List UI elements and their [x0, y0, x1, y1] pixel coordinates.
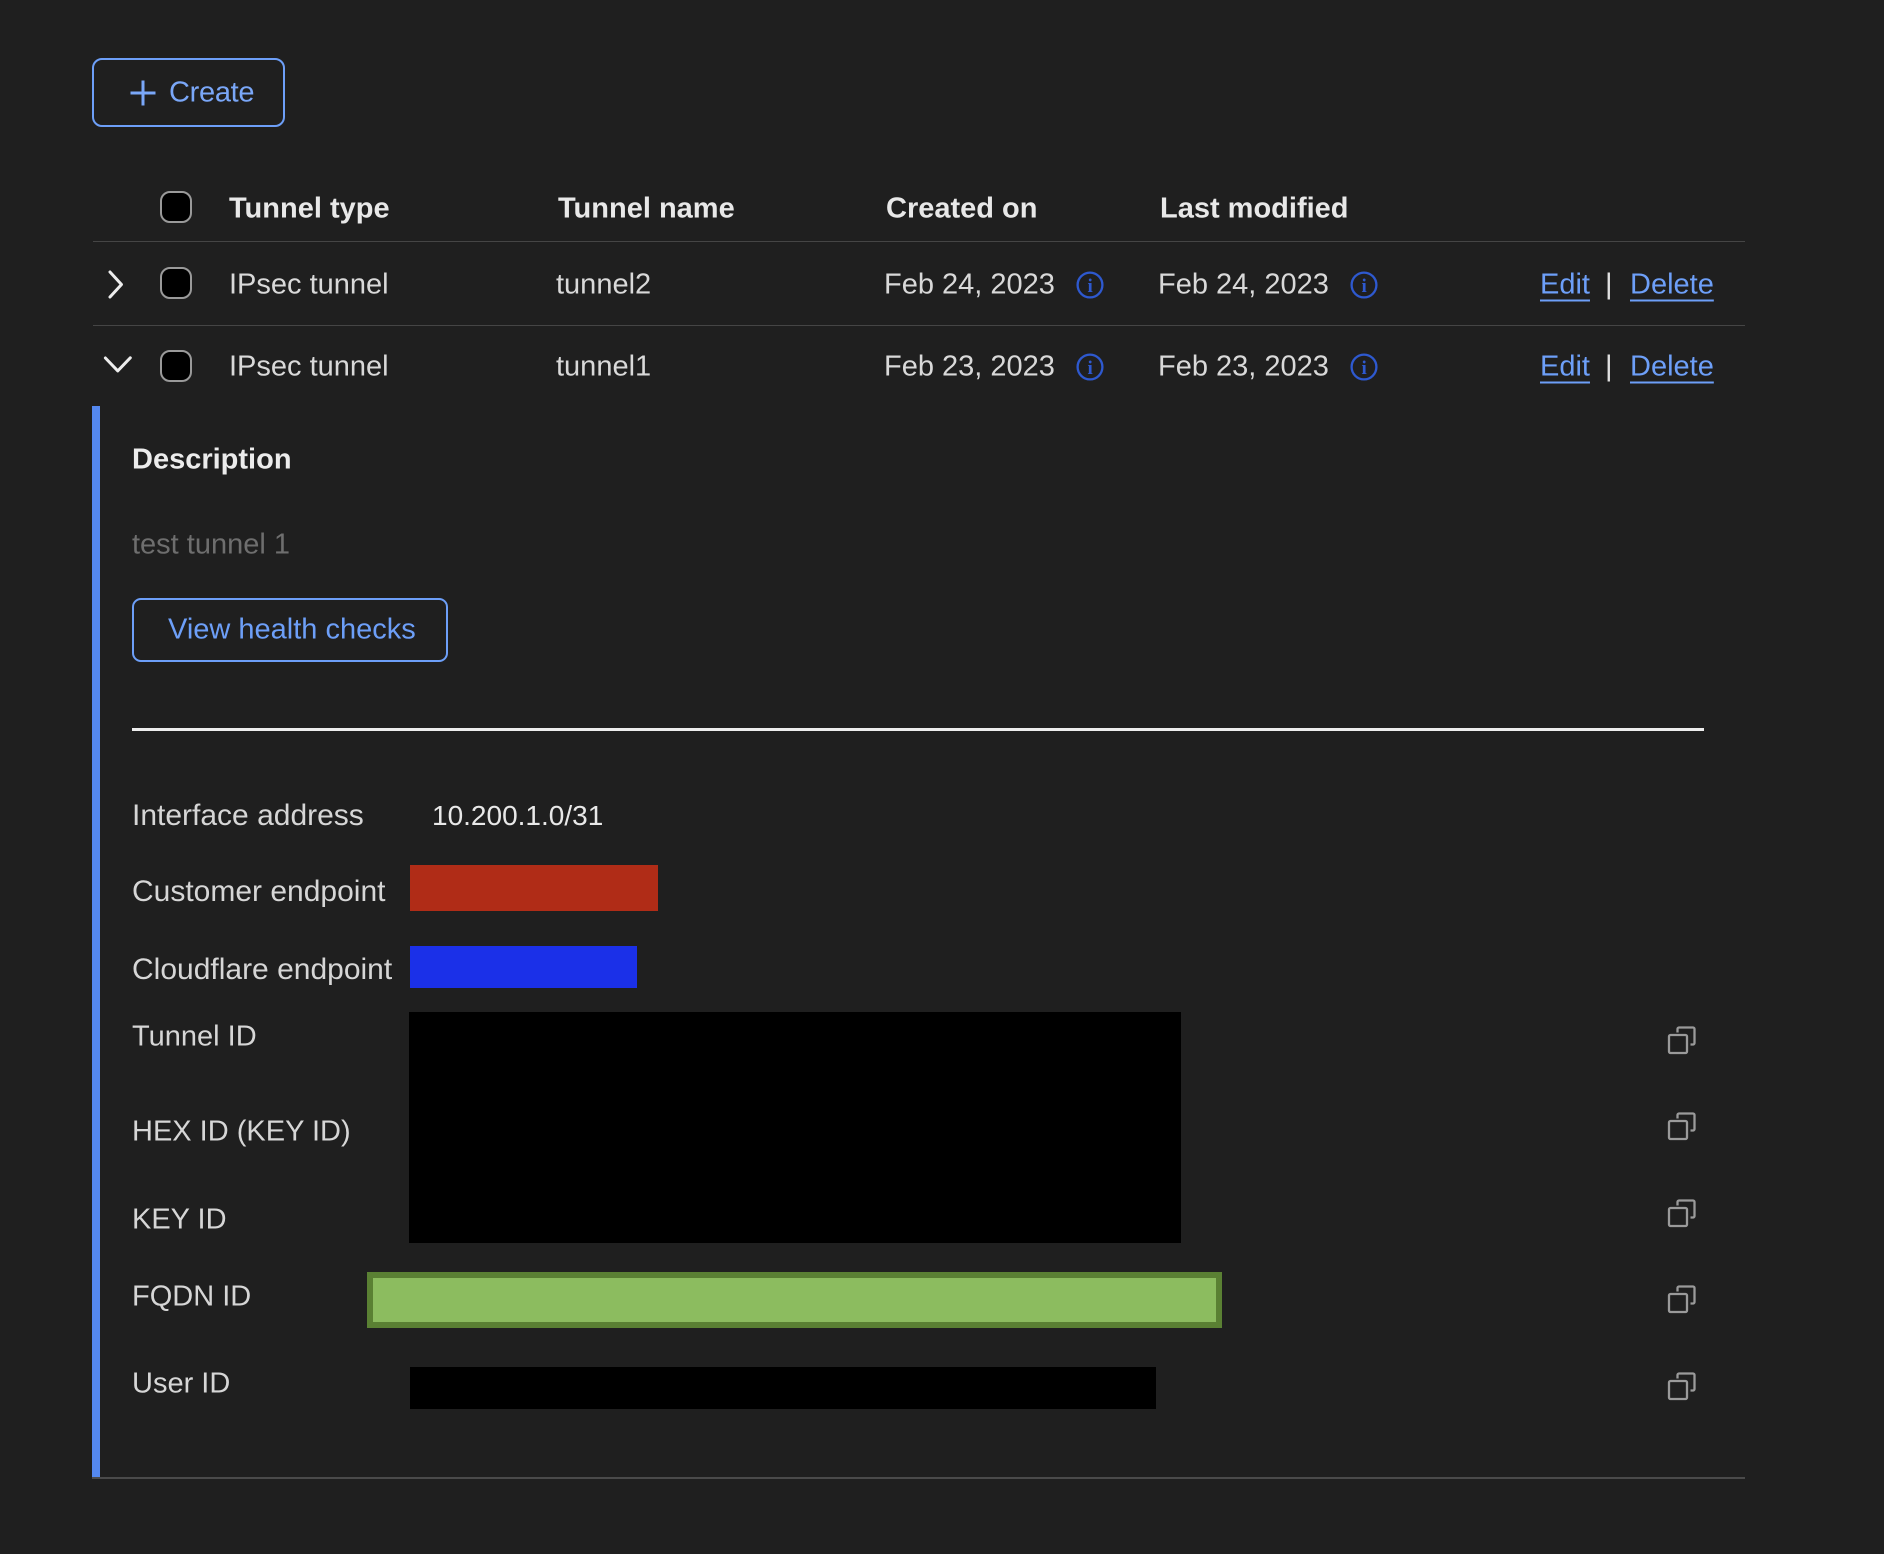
svg-text:i: i	[1088, 358, 1093, 379]
svg-text:i: i	[1088, 276, 1093, 297]
svg-text:i: i	[1362, 358, 1367, 379]
svg-text:i: i	[1362, 276, 1367, 297]
